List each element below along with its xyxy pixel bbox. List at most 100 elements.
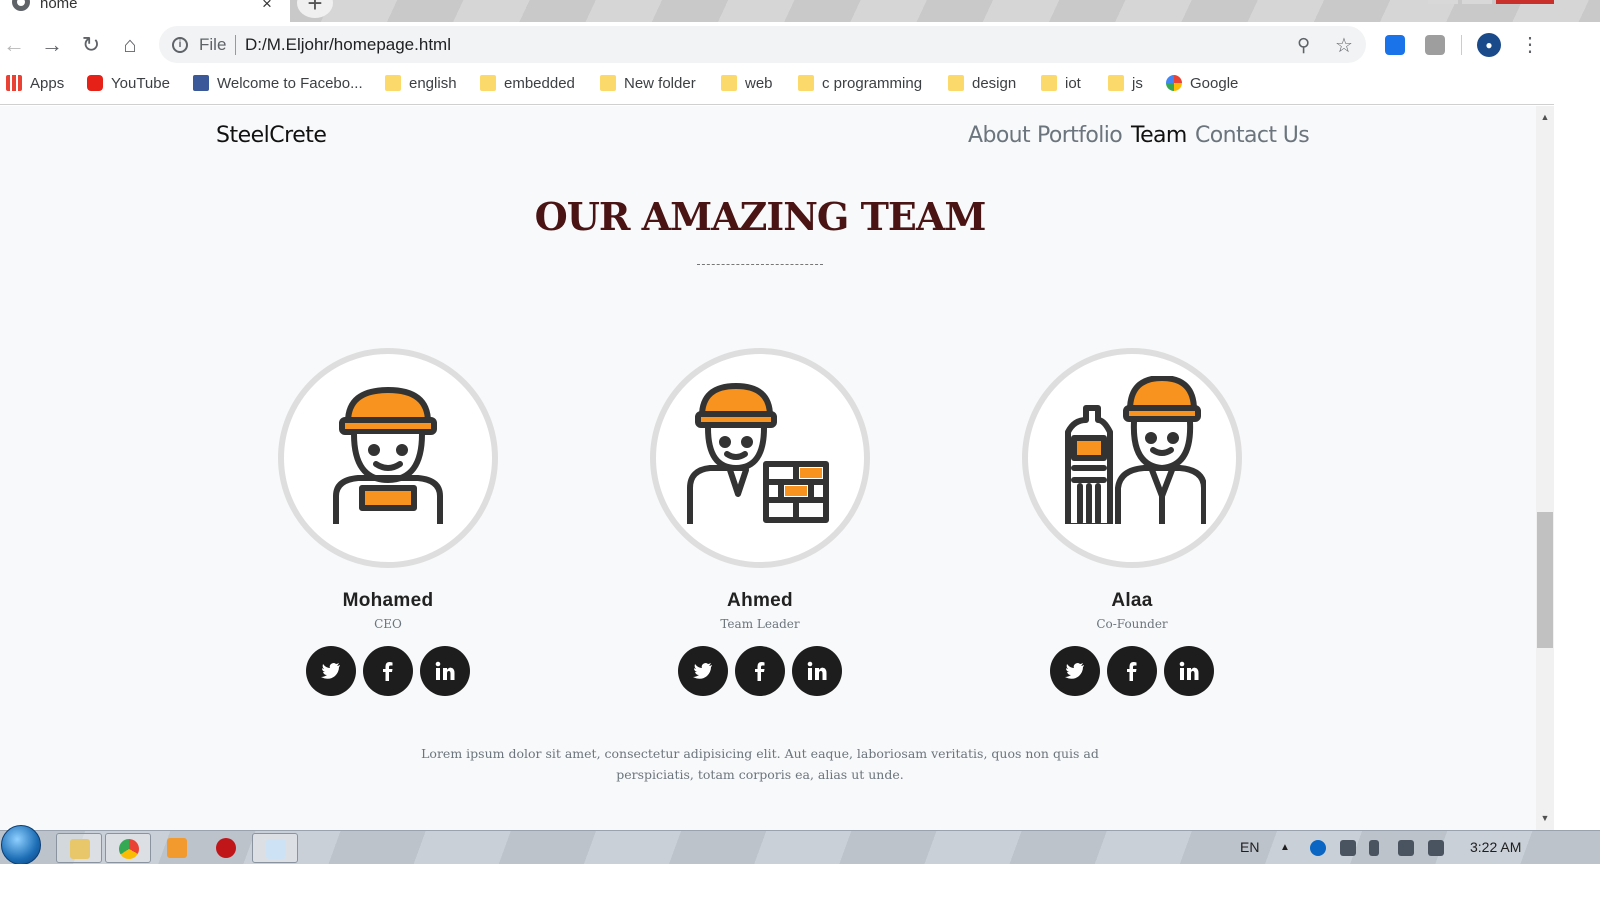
translate-extension-icon[interactable] xyxy=(1385,35,1405,55)
nav-about[interactable]: About xyxy=(968,123,1031,148)
language-indicator[interactable]: EN xyxy=(1240,839,1259,855)
scroll-up-arrow-icon[interactable]: ▲ xyxy=(1539,112,1551,122)
toolbar-separator xyxy=(1461,35,1462,55)
tab-close-icon[interactable]: × xyxy=(262,0,272,14)
member-role: CEO xyxy=(374,617,402,631)
bookmark-design[interactable]: design xyxy=(948,75,1016,95)
info-icon[interactable]: i xyxy=(172,37,188,53)
forward-button[interactable]: → xyxy=(39,32,65,58)
scrollbar-thumb[interactable] xyxy=(1537,512,1553,648)
bookmark-new-folder[interactable]: New folder xyxy=(600,75,696,95)
folder-icon xyxy=(948,75,964,91)
action-center-flag-icon[interactable] xyxy=(1340,840,1356,856)
browser-menu-icon[interactable]: ⋮ xyxy=(1520,32,1540,57)
team-description: Lorem ipsum dolor sit amet, consectetur … xyxy=(421,746,1099,782)
clock[interactable]: 3:22 AM xyxy=(1470,839,1521,855)
avatar xyxy=(1022,348,1242,568)
browser-tab[interactable]: home × xyxy=(0,0,290,22)
facebook-button[interactable] xyxy=(735,646,785,696)
minimize-button[interactable] xyxy=(1428,0,1458,4)
bookmark-embedded[interactable]: embedded xyxy=(480,75,575,95)
twitter-button[interactable] xyxy=(1050,646,1100,696)
folder-icon xyxy=(798,75,814,91)
window-edge xyxy=(1554,22,1600,830)
taskbar-explorer[interactable] xyxy=(56,833,102,863)
facebook-button[interactable] xyxy=(363,646,413,696)
avatar xyxy=(278,348,498,568)
member-role: Co-Founder xyxy=(1096,617,1168,631)
linkedin-button[interactable] xyxy=(1164,646,1214,696)
volume-icon[interactable] xyxy=(1428,840,1444,856)
close-window-button[interactable] xyxy=(1496,0,1554,4)
reload-button[interactable]: ↻ xyxy=(78,32,104,58)
globe-icon xyxy=(12,0,30,11)
facebook-icon xyxy=(1127,662,1137,681)
address-scheme: File xyxy=(199,35,227,54)
app-tray-icon[interactable] xyxy=(1310,840,1326,856)
zoom-icon[interactable]: ⚲ xyxy=(1297,35,1310,56)
start-button[interactable] xyxy=(1,825,41,865)
bookmark-label: js xyxy=(1132,75,1143,92)
linkedin-button[interactable] xyxy=(420,646,470,696)
bookmark-label: Apps xyxy=(30,75,65,92)
facebook-button[interactable] xyxy=(1107,646,1157,696)
profile-avatar-icon[interactable]: ● xyxy=(1477,33,1501,57)
facebook-icon xyxy=(193,75,209,91)
twitter-icon xyxy=(321,663,340,679)
folder-icon xyxy=(1108,75,1124,91)
bookmark-label: embedded xyxy=(504,75,575,92)
bookmark-apps[interactable]: Apps xyxy=(6,75,64,95)
scroll-down-arrow-icon[interactable]: ▼ xyxy=(1539,813,1551,823)
engineer-with-building-icon xyxy=(1065,376,1206,524)
nav-portfolio[interactable]: Portfolio xyxy=(1037,123,1123,148)
twitter-icon xyxy=(693,663,712,679)
folder-icon xyxy=(600,75,616,91)
youtube-icon xyxy=(87,75,103,91)
nav-team[interactable]: Team xyxy=(1131,123,1187,148)
member-role: Team Leader xyxy=(720,617,800,631)
site-brand[interactable]: SteelCrete xyxy=(216,123,327,148)
bookmark-js[interactable]: js xyxy=(1108,75,1143,95)
bookmark-label: web xyxy=(745,75,773,92)
address-bar[interactable]: i File D:/M.Eljohr/homepage.html ⚲ ☆ xyxy=(159,26,1366,63)
taskbar-paint[interactable] xyxy=(252,833,298,863)
bottom-edge xyxy=(0,864,1600,900)
avg-extension-icon[interactable] xyxy=(1425,35,1445,55)
bookmarks-bar: Apps YouTube Welcome to Facebo... englis… xyxy=(0,67,1600,105)
address-url[interactable]: D:/M.Eljohr/homepage.html xyxy=(245,35,451,55)
show-hidden-icons-icon[interactable]: ▲ xyxy=(1280,842,1290,853)
bookmark-iot[interactable]: iot xyxy=(1041,75,1081,95)
bookmark-web[interactable]: web xyxy=(721,75,773,95)
back-button[interactable]: ← xyxy=(1,32,27,58)
bookmark-label: New folder xyxy=(624,75,696,92)
battery-icon[interactable] xyxy=(1369,840,1379,856)
facebook-icon xyxy=(755,662,765,681)
bookmark-google[interactable]: Google xyxy=(1166,75,1238,95)
bookmark-youtube[interactable]: YouTube xyxy=(87,75,170,95)
new-tab-button[interactable]: + xyxy=(297,0,333,18)
taskbar-app-red[interactable] xyxy=(203,833,249,863)
folder-icon xyxy=(70,839,90,859)
construction-worker-icon xyxy=(333,387,443,524)
folder-icon xyxy=(385,75,401,91)
taskbar-sublime[interactable] xyxy=(154,833,200,863)
nav-contact-us[interactable]: Contact Us xyxy=(1195,123,1310,148)
sublime-text-icon xyxy=(167,838,187,858)
bookmark-label: english xyxy=(409,75,457,92)
linkedin-button[interactable] xyxy=(792,646,842,696)
bookmark-label: design xyxy=(972,75,1017,92)
taskbar-chrome[interactable] xyxy=(105,833,151,863)
twitter-button[interactable] xyxy=(678,646,728,696)
twitter-button[interactable] xyxy=(306,646,356,696)
bookmark-english[interactable]: english xyxy=(385,75,457,95)
paint-icon xyxy=(266,839,286,859)
bookmark-c-programming[interactable]: c programming xyxy=(798,75,922,95)
maximize-button[interactable] xyxy=(1462,0,1492,4)
network-icon[interactable] xyxy=(1398,840,1414,856)
bookmark-star-icon[interactable]: ☆ xyxy=(1335,33,1353,58)
bookmark-label: Welcome to Facebo... xyxy=(217,75,363,92)
chrome-icon xyxy=(119,839,139,859)
home-button[interactable]: ⌂ xyxy=(117,32,143,58)
page-scrollbar[interactable]: ▲ ▼ xyxy=(1536,106,1554,830)
bookmark-facebook[interactable]: Welcome to Facebo... xyxy=(193,75,363,95)
